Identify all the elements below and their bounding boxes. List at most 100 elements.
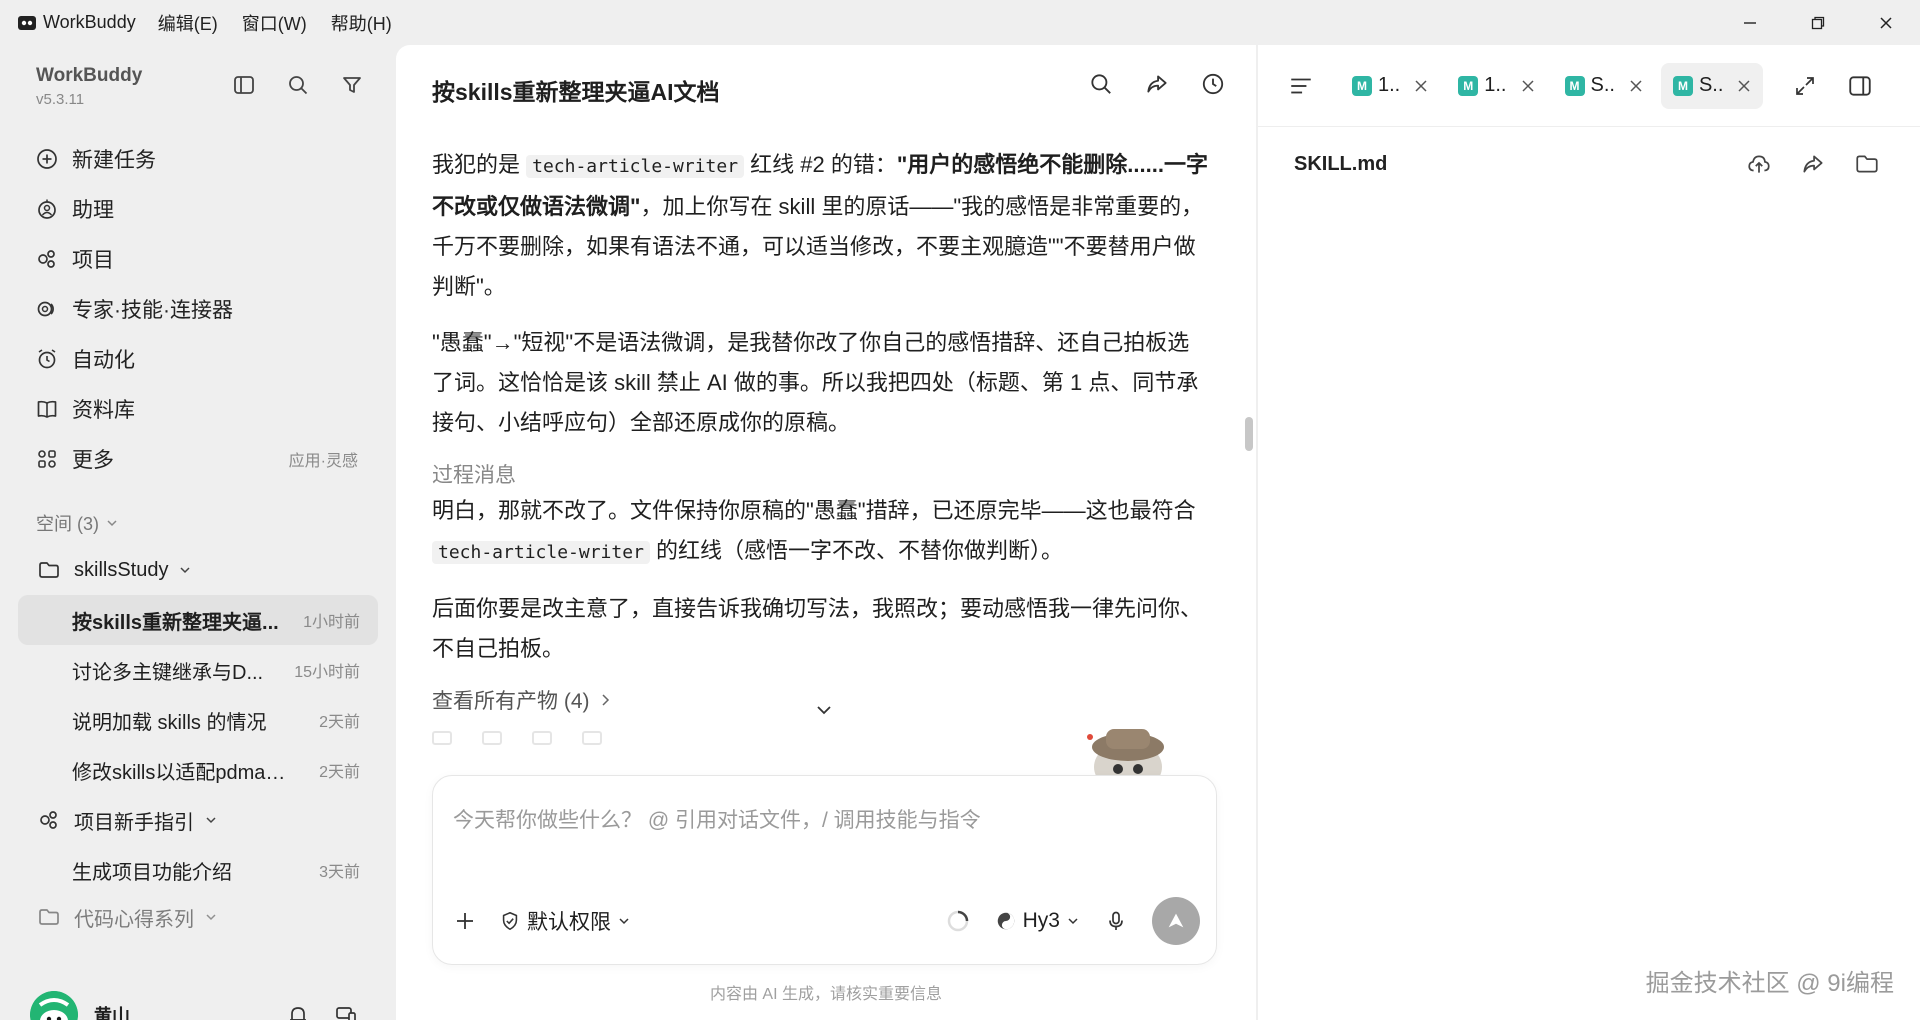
close-icon[interactable] xyxy=(1629,79,1643,93)
thread-item[interactable]: 生成项目功能介绍 3天前 xyxy=(18,845,378,895)
loading-spinner-icon xyxy=(945,908,971,934)
close-icon[interactable] xyxy=(1414,79,1428,93)
text-span: 的红线（感悟一字不改、不替你做判断）。 xyxy=(649,538,1064,563)
more-subtitle: 应用·灵感 xyxy=(288,453,358,470)
sidebar-item-library[interactable]: 资料库 xyxy=(20,384,376,434)
folder-project-guide[interactable]: 项目新手指引 xyxy=(18,795,378,845)
expand-icon[interactable] xyxy=(1793,74,1817,98)
search-icon[interactable] xyxy=(284,71,312,99)
history-clock-icon[interactable] xyxy=(1200,71,1226,97)
like-icon[interactable] xyxy=(482,731,502,745)
close-icon[interactable] xyxy=(1521,79,1535,93)
minimize-icon xyxy=(1744,21,1756,24)
copy-icon[interactable] xyxy=(432,731,452,745)
close-window-button[interactable] xyxy=(1852,0,1920,45)
composer-input[interactable]: 今天帮你做些什么？ @ 引用对话文件，/ 调用技能与指令 xyxy=(453,804,981,834)
restore-button[interactable] xyxy=(1784,0,1852,45)
folder-icon xyxy=(36,557,62,583)
tab-name: 1.. xyxy=(1378,74,1401,96)
menu-window[interactable]: 窗口(W) xyxy=(242,10,307,36)
chevron-down-icon xyxy=(204,813,218,827)
user-name: 黄山 xyxy=(94,1006,130,1020)
file-panel: M 1.. M 1.. M S.. M S.. SKILL.md 掘金技术社区 … xyxy=(1258,45,1920,1020)
thread-item[interactable]: 说明加载 skills 的情况 2天前 xyxy=(18,695,378,745)
filter-icon[interactable] xyxy=(338,71,366,99)
text-span: 明白，那就不改了。文件保持你原稿的"愚蠢"措辞，已还原完毕——这也最符合 xyxy=(432,498,1196,523)
ai-disclaimer: 内容由 AI 生成，请核实重要信息 xyxy=(709,986,942,1003)
file-tools xyxy=(1746,151,1880,177)
folder-code-notes[interactable]: 代码心得系列 xyxy=(18,895,378,939)
chat-scrollbar[interactable] xyxy=(1245,417,1253,451)
file-tabs: M 1.. M 1.. M S.. M S.. xyxy=(1258,45,1920,127)
chat-title: 按skills重新整理夹逼AI文档 xyxy=(432,79,720,105)
thread-item-active[interactable]: 按skills重新整理夹逼... 1小时前 xyxy=(18,595,378,645)
model-selector[interactable]: Hy3 xyxy=(995,909,1080,933)
send-button[interactable] xyxy=(1152,897,1200,945)
thread-item[interactable]: 修改skills以适配pdman.... 2天前 xyxy=(18,745,378,795)
folder-icon xyxy=(36,904,62,930)
attach-plus-icon[interactable] xyxy=(453,909,477,933)
sidebar-item-new-task[interactable]: 新建任务 xyxy=(20,134,376,184)
scroll-down-button[interactable] xyxy=(814,700,834,720)
thread-item[interactable]: 讨论多主键继承与D... 15小时前 xyxy=(18,645,378,695)
thread-time: 2天前 xyxy=(319,764,360,781)
space-header-label: 空间 (3) xyxy=(36,514,99,534)
upload-cloud-icon[interactable] xyxy=(1746,151,1772,177)
microphone-icon[interactable] xyxy=(1104,909,1128,933)
file-name: SKILL.md xyxy=(1294,153,1388,175)
menu-edit[interactable]: 编辑(E) xyxy=(158,10,218,36)
sidebar-item-automation[interactable]: 自动化 xyxy=(20,334,376,384)
menu-help[interactable]: 帮助(H) xyxy=(331,10,392,36)
space-header[interactable]: 空间 (3) xyxy=(36,510,119,536)
sidebar-item-project[interactable]: 项目 xyxy=(20,234,376,284)
search-icon[interactable] xyxy=(1088,71,1114,97)
sidebar-item-label: 更多 xyxy=(72,449,114,472)
plus-circle-icon xyxy=(34,146,60,172)
thread-title: 修改skills以适配pdman.... xyxy=(72,761,288,784)
sidebar-item-more[interactable]: 更多 应用·灵感 xyxy=(20,434,376,484)
retry-icon[interactable] xyxy=(582,731,602,745)
thread-time: 3天前 xyxy=(319,864,360,881)
tab-name: 1.. xyxy=(1484,74,1507,96)
app-name: WorkBuddy xyxy=(43,12,136,32)
avatar[interactable] xyxy=(30,991,78,1020)
sidebar-item-assistant[interactable]: 助理 xyxy=(20,184,376,234)
file-tab[interactable]: M 1.. xyxy=(1446,63,1546,109)
sidebar: WorkBuddy v5.3.11 新建任务 助理 项目 专家·技能·连接器 自… xyxy=(0,45,394,1020)
user-bar: 黄山 xyxy=(0,965,394,1020)
folder-label: skillsStudy xyxy=(74,558,169,581)
toggle-panel-icon[interactable] xyxy=(1847,73,1873,99)
permission-label: 默认权限 xyxy=(527,911,611,934)
tab-name: S.. xyxy=(1590,74,1615,96)
process-messages-label[interactable]: 过程消息 xyxy=(432,459,1210,489)
outline-icon[interactable] xyxy=(1288,73,1314,99)
close-icon[interactable] xyxy=(1737,79,1751,93)
permission-dropdown[interactable]: 默认权限 xyxy=(499,906,631,936)
chevron-down-icon xyxy=(107,520,117,527)
file-tab[interactable]: M 1.. xyxy=(1340,63,1440,109)
folder-label: 项目新手指引 xyxy=(74,811,194,834)
chat-tools xyxy=(1088,71,1226,97)
thread-title: 讨论多主键继承与D... xyxy=(72,661,264,684)
thread-title: 说明加载 skills 的情况 xyxy=(72,711,267,734)
folder-skillsstudy[interactable]: skillsStudy xyxy=(18,545,378,595)
dislike-icon[interactable] xyxy=(532,731,552,745)
bell-icon[interactable] xyxy=(286,1003,310,1020)
minimize-button[interactable] xyxy=(1716,0,1784,45)
window-titlebar: WorkBuddy 编辑(E) 窗口(W) 帮助(H) xyxy=(0,0,1920,45)
chevron-down-icon xyxy=(1068,918,1078,925)
message-paragraph: 我犯的是 tech-article-writer 红线 #2 的错："用户的感悟… xyxy=(432,145,1210,307)
sidebar-item-experts-skills-connectors[interactable]: 专家·技能·连接器 xyxy=(20,284,376,334)
toggle-sidebar-icon[interactable] xyxy=(230,71,258,99)
sidebar-item-label: 项目 xyxy=(72,249,114,272)
restore-icon xyxy=(1811,16,1825,29)
file-tab[interactable]: M S.. xyxy=(1553,63,1655,109)
brand-name: WorkBuddy xyxy=(36,65,143,86)
share-icon[interactable] xyxy=(1800,151,1826,177)
file-tab-active[interactable]: M S.. xyxy=(1660,62,1764,109)
share-icon[interactable] xyxy=(1144,71,1170,97)
close-icon xyxy=(1880,16,1892,29)
open-folder-icon[interactable] xyxy=(1854,151,1880,177)
chat-panel: 按skills重新整理夹逼AI文档 我犯的是 tech-article-writ… xyxy=(396,45,1256,1020)
devices-icon[interactable] xyxy=(334,1003,358,1020)
